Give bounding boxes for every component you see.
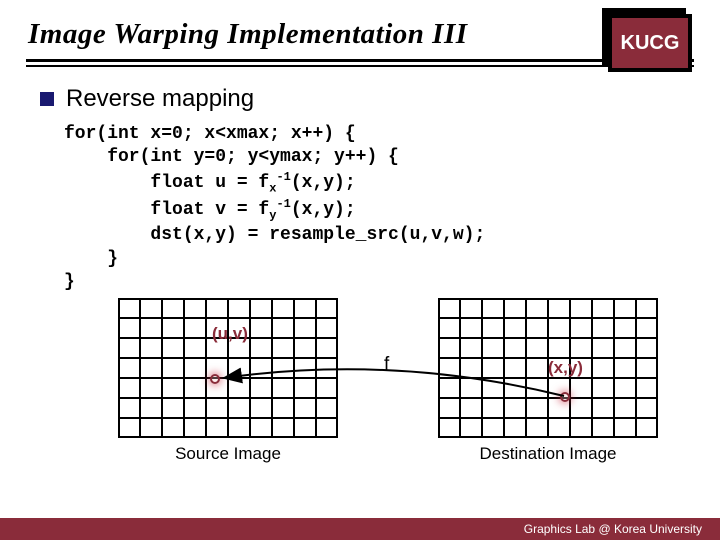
code-block: for(int x=0; x<xmax; x++) { for(int y=0;… (64, 123, 680, 294)
figure-area: (u,v) (x,y) f Source Image Destination I… (40, 288, 680, 518)
title-rule (26, 59, 694, 62)
slide-content: Reverse mapping for(int x=0; x<xmax; x++… (0, 67, 720, 518)
source-caption: Source Image (118, 444, 338, 464)
bullet-row: Reverse mapping (40, 85, 680, 113)
code-line: (x,y); (291, 173, 356, 193)
dest-caption: Destination Image (438, 444, 658, 464)
slide-header: Image Warping Implementation III KUCG (0, 0, 720, 59)
mapping-arrow-icon (218, 366, 568, 406)
code-line: float u = f (64, 173, 269, 193)
section-heading: Reverse mapping (66, 85, 254, 113)
code-line: dst(x,y) = resample_src(u,v,w); (64, 225, 485, 245)
code-line: for(int x=0; x<xmax; x++) { (64, 124, 356, 144)
uv-label: (u,v) (212, 324, 248, 344)
code-sup: -1 (276, 197, 290, 211)
footer-bar: Graphics Lab @ Korea University (0, 518, 720, 540)
square-bullet-icon (40, 92, 54, 106)
code-sup: -1 (276, 170, 290, 184)
code-line: float v = f (64, 200, 269, 220)
code-line: for(int y=0; y<ymax; y++) { (64, 147, 399, 167)
slide-title: Image Warping Implementation III (28, 18, 692, 51)
footer-text: Graphics Lab @ Korea University (524, 522, 702, 536)
lab-badge: KUCG (608, 14, 692, 72)
code-line: } (64, 249, 118, 269)
code-line: (x,y); (291, 200, 356, 220)
